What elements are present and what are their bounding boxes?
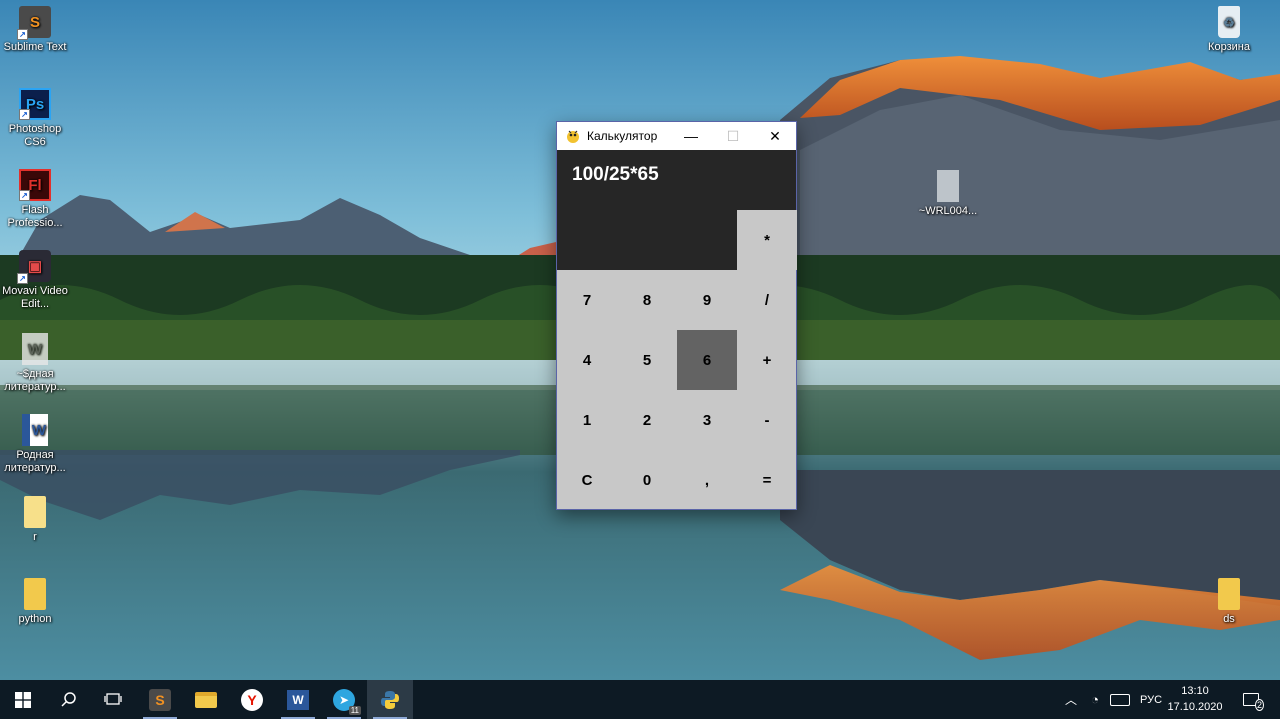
telegram-unread-badge: 11 <box>348 705 361 715</box>
desktop-icon-folder-python[interactable]: python <box>0 578 73 626</box>
search-button[interactable] <box>46 680 92 719</box>
chevron-up-icon: ︿ <box>1064 693 1077 707</box>
recycle-bin-icon: ♻ <box>1218 6 1240 38</box>
start-icon <box>15 691 31 708</box>
shortcut-arrow-icon: ↗ <box>19 190 30 201</box>
close-button[interactable]: ✕ <box>754 122 796 150</box>
key-4[interactable]: 4 <box>557 330 617 390</box>
flash-icon: Fl ↗ <box>19 169 51 201</box>
taskbar-sublime-text[interactable]: S <box>137 680 183 719</box>
desktop-icon-folder-ds[interactable]: ds <box>1191 578 1267 626</box>
key-9[interactable]: 9 <box>677 270 737 330</box>
pygame-snake-icon <box>567 130 579 143</box>
telegram-icon: ➤ 11 <box>333 688 361 715</box>
clock-time: 13:10 <box>1181 685 1209 697</box>
notification-count: 2 <box>1254 699 1264 711</box>
taskbar: S Y W ➤ 11 ︿ ◔ РУС 13:10 17.10.2020 2 <box>0 680 1280 719</box>
folder-icon <box>24 578 46 610</box>
search-icon <box>61 691 76 707</box>
desktop-icon-word-document[interactable]: W Родная литератур... <box>0 414 73 475</box>
clock-date: 17.10.2020 <box>1167 701 1223 713</box>
minimize-button[interactable]: — <box>670 122 712 150</box>
word-document-icon: W <box>22 414 48 446</box>
tray-overflow-button[interactable]: ︿ <box>1060 680 1082 719</box>
wifi-icon: ◔ <box>1091 692 1099 707</box>
desktop-icon-movavi[interactable]: ▣ ↗ Movavi Video Edit... <box>0 250 73 311</box>
calculator-window: Калькулятор — ☐ ✕ 100/25*65 * 7 8 9 / 4 … <box>556 121 797 510</box>
word-icon: W <box>287 689 309 710</box>
key-comma[interactable]: , <box>677 450 737 510</box>
python-icon <box>381 690 399 709</box>
shortcut-arrow-icon: ↗ <box>17 273 28 284</box>
key-plus[interactable]: + <box>737 330 797 390</box>
desktop-icon-recycle-bin[interactable]: ♻ Корзина <box>1191 6 1267 54</box>
key-minus[interactable]: - <box>737 390 797 450</box>
key-7[interactable]: 7 <box>557 270 617 330</box>
folder-icon <box>24 496 46 528</box>
file-icon <box>937 170 959 202</box>
taskbar-file-explorer[interactable] <box>183 680 229 719</box>
desktop-icon-wrl-file[interactable]: ~WRL004... <box>910 170 986 218</box>
window-title: Калькулятор <box>587 129 658 143</box>
taskbar-yandex-browser[interactable]: Y <box>229 680 275 719</box>
key-3[interactable]: 3 <box>677 390 737 450</box>
key-8[interactable]: 8 <box>617 270 677 330</box>
sublime-text-icon: S ↗ <box>17 6 51 40</box>
tray-touch-keyboard[interactable] <box>1106 680 1134 719</box>
action-center-button[interactable]: 2 <box>1234 680 1268 719</box>
taskbar-telegram[interactable]: ➤ 11 <box>321 680 367 719</box>
word-temp-file-icon: W <box>22 333 48 365</box>
key-multiply[interactable]: * <box>737 210 797 270</box>
key-0[interactable]: 0 <box>617 450 677 510</box>
tray-network[interactable]: ◔ <box>1084 680 1106 719</box>
key-equals[interactable]: = <box>737 450 797 510</box>
file-explorer-icon <box>195 691 217 708</box>
shortcut-arrow-icon: ↗ <box>19 109 30 120</box>
key-6[interactable]: 6 <box>677 330 737 390</box>
folder-icon <box>1218 578 1240 610</box>
task-view-icon <box>104 692 122 705</box>
notification-icon: 2 <box>1243 693 1264 711</box>
key-divide[interactable]: / <box>737 270 797 330</box>
yandex-browser-icon: Y <box>241 688 263 711</box>
maximize-button[interactable]: ☐ <box>712 122 754 150</box>
task-view-button[interactable] <box>90 680 136 719</box>
desktop-icon-flash[interactable]: Fl ↗ Flash Professio... <box>0 169 73 230</box>
photoshop-icon: Ps ↗ <box>19 88 51 120</box>
desktop-icon-sublime-text[interactable]: S ↗ Sublime Text <box>0 6 73 54</box>
taskbar-word[interactable]: W <box>275 680 321 719</box>
desktop-icon-photoshop[interactable]: Ps ↗ Photoshop CS6 <box>0 88 73 149</box>
sublime-text-icon: S <box>149 688 171 711</box>
desktop-icon-folder-r[interactable]: r <box>0 496 73 544</box>
expression-text: 100/25*65 <box>572 164 659 185</box>
desktop-icon-word-temp[interactable]: W ~$дная литератур... <box>0 333 73 394</box>
key-5[interactable]: 5 <box>617 330 677 390</box>
tray-clock[interactable]: 13:10 17.10.2020 <box>1162 683 1228 715</box>
keyboard-icon <box>1110 693 1130 706</box>
key-clear[interactable]: C <box>557 450 617 510</box>
movavi-icon: ▣ ↗ <box>17 250 51 284</box>
key-1[interactable]: 1 <box>557 390 617 450</box>
shortcut-arrow-icon: ↗ <box>17 29 28 40</box>
start-button[interactable] <box>0 680 46 719</box>
key-2[interactable]: 2 <box>617 390 677 450</box>
calculator-titlebar[interactable]: Калькулятор — ☐ ✕ <box>557 122 796 150</box>
taskbar-python-calculator[interactable] <box>367 680 413 719</box>
